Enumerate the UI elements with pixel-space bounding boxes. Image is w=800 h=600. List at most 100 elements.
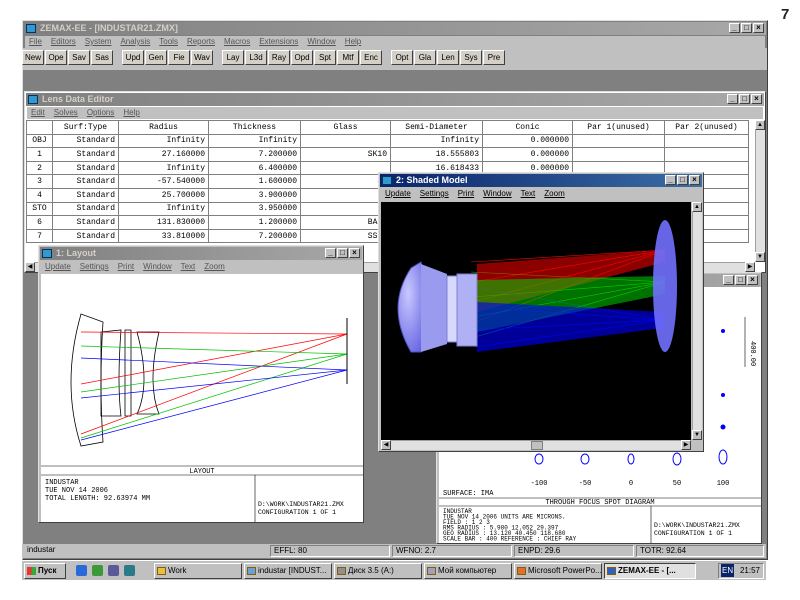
task-my-computer[interactable]: Мой компьютер bbox=[424, 563, 512, 579]
table-cell[interactable]: 3.900000 bbox=[208, 187, 301, 203]
table-cell[interactable] bbox=[572, 133, 665, 149]
menu-tools[interactable]: Tools bbox=[159, 36, 178, 48]
channels-quicklaunch-icon[interactable] bbox=[124, 565, 135, 576]
layout-menu-print[interactable]: Print bbox=[118, 261, 134, 273]
col-surf-type[interactable]: Surf:Type bbox=[52, 120, 119, 135]
tool-saveas-button[interactable]: Sas bbox=[91, 50, 114, 65]
tool-lens-button[interactable]: Len bbox=[437, 50, 460, 65]
task-powerpoint[interactable]: Microsoft PowerPo... bbox=[514, 563, 602, 579]
shaded-scroll-down-icon[interactable]: ▼ bbox=[692, 430, 702, 440]
table-cell[interactable] bbox=[300, 133, 391, 149]
table-cell[interactable]: BAFL bbox=[300, 215, 391, 230]
tool-layout-button[interactable]: Lay bbox=[222, 50, 245, 65]
table-cell[interactable]: 6 bbox=[26, 215, 53, 230]
layout-maximize-button[interactable]: □ bbox=[337, 248, 348, 258]
tool-encircled-button[interactable]: Enc bbox=[360, 50, 383, 65]
shaded-scroll-left-icon[interactable]: ◀ bbox=[381, 440, 391, 450]
table-row[interactable]: 1 Standard 27.160000 7.200000 SK10 18.555803 0… bbox=[26, 147, 749, 162]
layout-titlebar[interactable]: 1: Layout _ □ × bbox=[40, 247, 362, 260]
ie-quicklaunch-icon[interactable] bbox=[76, 565, 87, 576]
tool-optimize-button[interactable]: Opt bbox=[391, 50, 414, 65]
col-par1[interactable]: Par 1(unused) bbox=[572, 120, 665, 135]
tool-mtf-button[interactable]: Mtf bbox=[337, 50, 360, 65]
shaded-vertical-scrollbar[interactable]: ▲ ▼ bbox=[692, 202, 702, 440]
table-cell[interactable]: Standard bbox=[52, 201, 119, 217]
table-cell[interactable]: Standard bbox=[52, 147, 119, 162]
table-cell[interactable]: 7.200000 bbox=[208, 228, 301, 244]
table-cell[interactable]: 1.200000 bbox=[208, 215, 301, 230]
shaded-menu-window[interactable]: Window bbox=[483, 188, 511, 200]
spot-close-button[interactable]: × bbox=[747, 275, 758, 285]
tool-system-button[interactable]: Sys bbox=[460, 50, 483, 65]
shaded-scroll-right-icon[interactable]: ▶ bbox=[681, 440, 691, 450]
layout-menu-update[interactable]: Update bbox=[45, 261, 71, 273]
main-titlebar[interactable]: ZEMAX-EE - [INDUSTAR21.ZMX] _ □ × bbox=[24, 22, 766, 35]
tool-spot-button[interactable]: Spt bbox=[314, 50, 337, 65]
tool-fields-button[interactable]: Fie bbox=[168, 50, 191, 65]
menu-help[interactable]: Help bbox=[345, 36, 361, 48]
table-cell[interactable]: 33.810000 bbox=[118, 228, 209, 244]
shaded-minimize-button[interactable]: _ bbox=[665, 175, 676, 185]
menu-analysis[interactable]: Analysis bbox=[120, 36, 150, 48]
col-par2[interactable]: Par 2(unused) bbox=[664, 120, 749, 135]
spot-maximize-button[interactable]: □ bbox=[735, 275, 746, 285]
shaded-menu-settings[interactable]: Settings bbox=[420, 188, 449, 200]
task-floppy[interactable]: Диск 3.5 (A:) bbox=[334, 563, 422, 579]
table-cell[interactable]: 1.600000 bbox=[208, 174, 301, 189]
table-cell[interactable]: Standard bbox=[52, 160, 119, 176]
shaded-titlebar[interactable]: 2: Shaded Model _ □ × bbox=[380, 174, 702, 187]
editor-vertical-scrollbar[interactable]: ▲ ▼ bbox=[755, 120, 765, 262]
table-cell[interactable]: 0.000000 bbox=[482, 133, 573, 149]
layout-menu-text[interactable]: Text bbox=[181, 261, 196, 273]
table-cell[interactable]: Standard bbox=[52, 215, 119, 230]
task-zemax[interactable]: ZEMAX-EE - [... bbox=[604, 563, 696, 579]
editor-menu-edit[interactable]: Edit bbox=[31, 107, 45, 119]
layout-minimize-button[interactable]: _ bbox=[325, 248, 336, 258]
lens-editor-titlebar[interactable]: Lens Data Editor _ □ × bbox=[26, 93, 764, 106]
spot-minimize-button[interactable]: _ bbox=[723, 275, 734, 285]
tool-update-button[interactable]: Upd bbox=[122, 50, 145, 65]
table-cell[interactable] bbox=[300, 201, 391, 217]
table-cell[interactable]: Infinity bbox=[208, 133, 301, 149]
table-cell[interactable]: 2 bbox=[26, 160, 53, 176]
table-cell[interactable]: -57.540000 bbox=[118, 174, 209, 189]
tool-general-button[interactable]: Gen bbox=[145, 50, 168, 65]
table-cell[interactable]: 3 bbox=[26, 174, 53, 189]
editor-menu-solves[interactable]: Solves bbox=[54, 107, 78, 119]
table-cell[interactable]: Standard bbox=[52, 174, 119, 189]
shaded-maximize-button[interactable]: □ bbox=[677, 175, 688, 185]
shaded-scroll-up-icon[interactable]: ▲ bbox=[692, 202, 702, 212]
shaded-horizontal-scrollbar[interactable]: ◀ ▶ bbox=[381, 440, 691, 450]
menu-file[interactable]: File bbox=[29, 36, 42, 48]
table-cell[interactable]: SK10 bbox=[300, 147, 391, 162]
tool-open-button[interactable]: Ope bbox=[45, 50, 68, 65]
layout-close-button[interactable]: × bbox=[349, 248, 360, 258]
table-cell[interactable]: Infinity bbox=[390, 133, 483, 149]
table-cell[interactable]: 27.160000 bbox=[118, 147, 209, 162]
table-cell[interactable]: STO bbox=[26, 201, 53, 217]
table-cell[interactable]: Infinity bbox=[118, 133, 209, 149]
editor-menu-help[interactable]: Help bbox=[123, 107, 139, 119]
editor-close-button[interactable]: × bbox=[751, 94, 762, 104]
scroll-up-arrow-icon[interactable]: ▲ bbox=[755, 120, 765, 130]
table-cell[interactable]: SF bbox=[300, 174, 391, 189]
col-thickness[interactable]: Thickness bbox=[208, 120, 301, 135]
maximize-button[interactable]: □ bbox=[741, 23, 752, 33]
layout-menu-window[interactable]: Window bbox=[143, 261, 171, 273]
col-radius[interactable]: Radius bbox=[118, 120, 209, 135]
table-cell[interactable]: 18.555803 bbox=[390, 147, 483, 162]
col-glass[interactable]: Glass bbox=[300, 120, 391, 135]
table-cell[interactable]: 25.700000 bbox=[118, 187, 209, 203]
menu-editors[interactable]: Editors bbox=[51, 36, 76, 48]
outlook-quicklaunch-icon[interactable] bbox=[92, 565, 103, 576]
tool-glass-button[interactable]: Gla bbox=[414, 50, 437, 65]
table-cell[interactable]: 7.200000 bbox=[208, 147, 301, 162]
tool-layout3d-button[interactable]: L3d bbox=[245, 50, 268, 65]
table-cell[interactable]: Standard bbox=[52, 228, 119, 244]
task-industar[interactable]: industar [INDUST... bbox=[244, 563, 332, 579]
editor-maximize-button[interactable]: □ bbox=[739, 94, 750, 104]
table-cell[interactable] bbox=[664, 147, 749, 162]
table-cell[interactable]: Infinity bbox=[118, 160, 209, 176]
table-cell[interactable]: 0.000000 bbox=[482, 147, 573, 162]
shaded-menu-zoom[interactable]: Zoom bbox=[544, 188, 564, 200]
